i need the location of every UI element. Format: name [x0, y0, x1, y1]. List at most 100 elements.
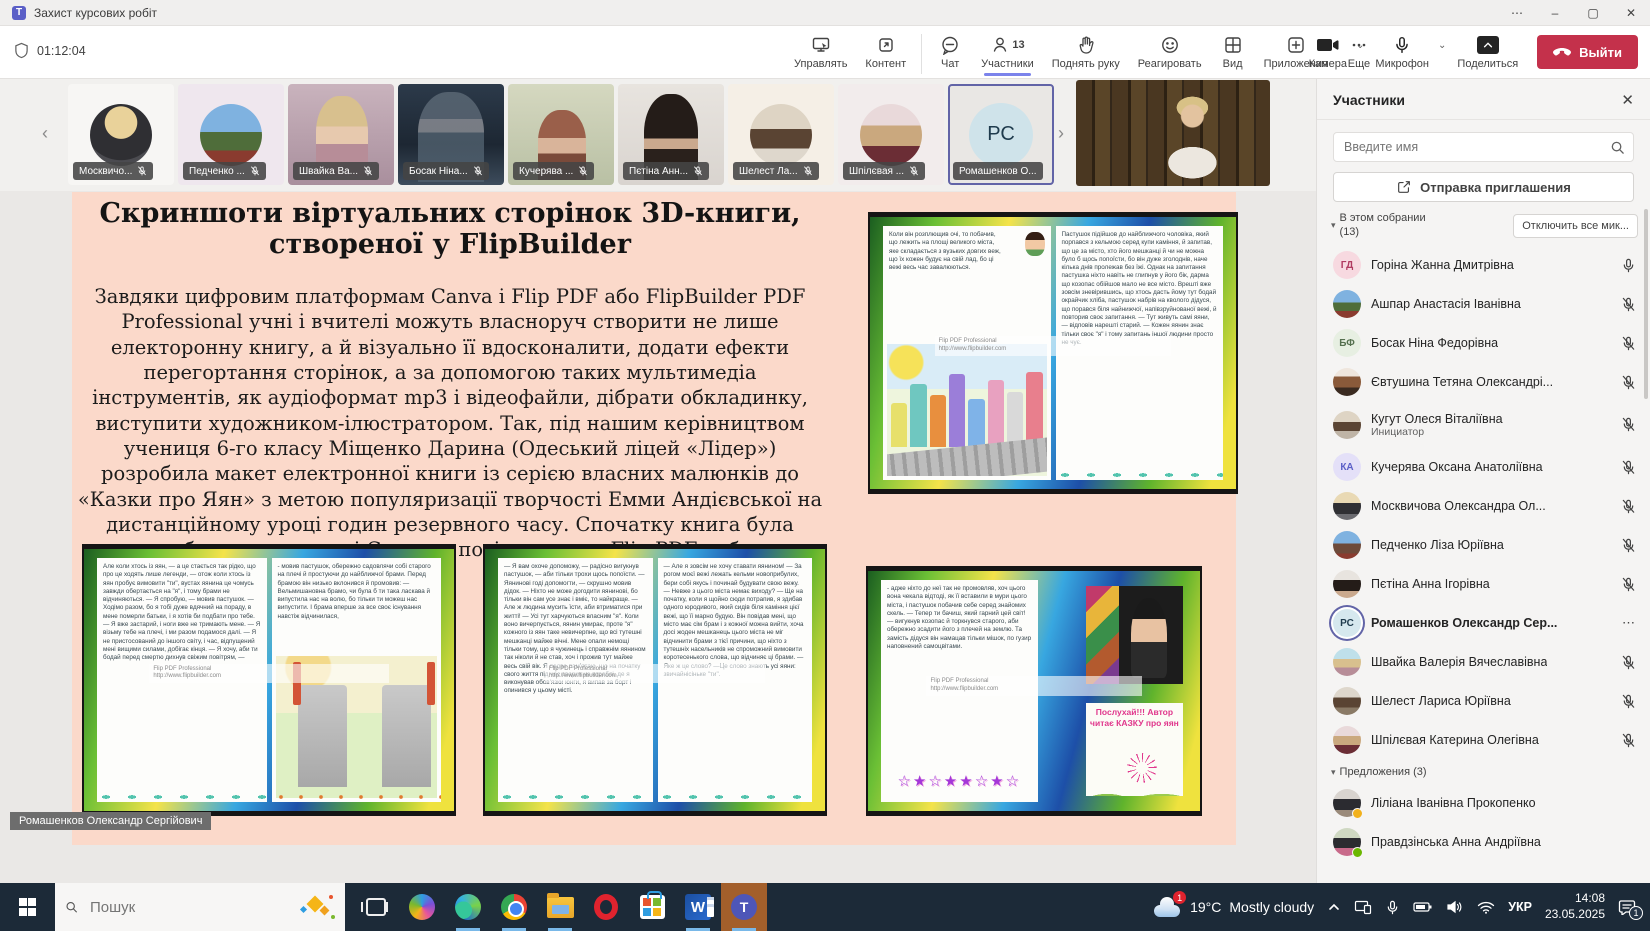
- video-tile[interactable]: Москвичо...: [68, 84, 174, 185]
- video-tile[interactable]: Шпілєвая ...: [838, 84, 944, 185]
- camera-chevron-icon[interactable]: ⌄: [1356, 40, 1364, 51]
- content-button[interactable]: Контент: [856, 32, 915, 72]
- invite-icon: [1396, 179, 1412, 195]
- scrollbar[interactable]: [1644, 209, 1648, 399]
- mic-off-icon[interactable]: [1621, 577, 1636, 592]
- mic-off-icon[interactable]: [1621, 538, 1636, 553]
- word-app-button[interactable]: W: [675, 883, 721, 931]
- leave-button[interactable]: Выйти: [1537, 35, 1638, 69]
- raise-hand-button[interactable]: Поднять руку: [1043, 32, 1129, 72]
- clock[interactable]: 14:08 23.05.2025: [1545, 891, 1605, 922]
- suggestion-row[interactable]: Ліліана Іванівна Прокопенко: [1317, 783, 1650, 822]
- file-explorer-button[interactable]: [537, 883, 583, 931]
- listen-caption: Послухай!!! Автор читає КАЗКУ про яян: [1085, 702, 1183, 796]
- mic-off-icon[interactable]: [1621, 655, 1636, 670]
- mic-off-icon[interactable]: [1621, 460, 1636, 475]
- battery-icon[interactable]: [1413, 901, 1433, 913]
- language-indicator[interactable]: УКР: [1508, 900, 1532, 914]
- window-more-button[interactable]: ⋯: [1498, 0, 1536, 25]
- share-screen-icon: [1476, 36, 1499, 54]
- copilot-app-button[interactable]: [399, 883, 445, 931]
- speaker-video[interactable]: [1076, 80, 1270, 186]
- mic-off-icon: [137, 166, 147, 176]
- participant-row[interactable]: Москвичова Олександра Ол...: [1317, 487, 1650, 526]
- chevron-down-icon[interactable]: ▾: [1331, 767, 1336, 778]
- participant-row[interactable]: Педченко Ліза Юріївна: [1317, 526, 1650, 565]
- video-tile[interactable]: Кучерява ...: [508, 84, 614, 185]
- weather-widget[interactable]: 1 19°C Mostly cloudy: [1152, 891, 1315, 917]
- taskbar-search[interactable]: [55, 883, 345, 931]
- video-tile[interactable]: Босак Ніна...: [398, 84, 504, 185]
- manage-button[interactable]: Управлять: [785, 32, 856, 72]
- participant-row[interactable]: КА Кучерява Оксана Анатоліївна: [1317, 448, 1650, 487]
- teams-window: T Захист курсових робіт ⋯ – ▢ ✕ 01:12:04…: [0, 0, 1650, 931]
- participant-row[interactable]: Пєтіна Анна Ігорівна: [1317, 565, 1650, 604]
- mute-all-button[interactable]: Отключить все мик...: [1513, 213, 1638, 238]
- window-title: Захист курсових робіт: [34, 5, 157, 20]
- send-invite-button[interactable]: Отправка приглашения: [1333, 172, 1634, 202]
- camera-button[interactable]: Камера: [1300, 32, 1356, 72]
- taskbar-search-input[interactable]: [88, 897, 291, 917]
- window-minimize-button[interactable]: –: [1536, 0, 1574, 25]
- participant-row[interactable]: Шпілєвая Катерина Олегівна: [1317, 721, 1650, 760]
- weather-desc: Mostly cloudy: [1229, 899, 1315, 915]
- mic-off-icon[interactable]: [1621, 499, 1636, 514]
- mic-icon[interactable]: [1621, 258, 1636, 273]
- edge-app-button[interactable]: [445, 883, 491, 931]
- notification-center-button[interactable]: 1: [1618, 899, 1643, 920]
- store-icon: [639, 891, 665, 919]
- close-icon[interactable]: ✕: [1621, 91, 1634, 109]
- store-app-button[interactable]: [629, 883, 675, 931]
- flower-decoration: [271, 793, 441, 802]
- mic-off-icon[interactable]: [1621, 733, 1636, 748]
- mic-chevron-icon[interactable]: ⌄: [1438, 40, 1446, 51]
- window-close-button[interactable]: ✕: [1612, 0, 1650, 25]
- start-button[interactable]: [0, 883, 55, 931]
- cast-device-icon[interactable]: [1354, 899, 1372, 915]
- react-button[interactable]: Реагировать: [1129, 32, 1211, 72]
- mic-off-icon: [363, 166, 373, 176]
- suggestion-row[interactable]: Правдзінська Анна Андріївна: [1317, 822, 1650, 861]
- teams-app-button[interactable]: T: [721, 883, 767, 931]
- view-button[interactable]: Вид: [1211, 32, 1255, 72]
- participant-row[interactable]: ГД Горіна Жанна Дмитрівна: [1317, 246, 1650, 285]
- participants-button[interactable]: 13 Участники: [972, 32, 1043, 76]
- speaker-icon[interactable]: [1446, 900, 1464, 914]
- participant-row[interactable]: Кугут Олеся Віталіївна Инициатор: [1317, 402, 1650, 448]
- mic-off-icon[interactable]: [1621, 417, 1636, 432]
- video-tile[interactable]: Педченко ...: [178, 84, 284, 185]
- mic-tray-icon[interactable]: [1385, 900, 1400, 915]
- participant-row[interactable]: Шелест Лариса Юріївна: [1317, 682, 1650, 721]
- filmstrip-next-icon[interactable]: ›: [1058, 123, 1064, 144]
- participant-name: Правдзінська Анна Андріївна: [1371, 834, 1541, 849]
- chat-button[interactable]: Чат: [928, 32, 972, 72]
- task-view-button[interactable]: [353, 883, 399, 931]
- wifi-icon[interactable]: [1477, 901, 1495, 914]
- participant-row[interactable]: РС Ромашенков Олександр Сер... ⋯: [1317, 604, 1650, 643]
- participant-row[interactable]: Ашпар Анастасія Іванівна: [1317, 285, 1650, 324]
- mic-off-icon[interactable]: [1621, 694, 1636, 709]
- filmstrip-prev-icon[interactable]: ‹: [42, 123, 48, 144]
- share-button[interactable]: Поделиться: [1448, 32, 1527, 72]
- opera-app-button[interactable]: [583, 883, 629, 931]
- mic-off-icon[interactable]: [1621, 297, 1636, 312]
- mic-off-icon[interactable]: [1621, 375, 1636, 390]
- chrome-app-button[interactable]: [491, 883, 537, 931]
- video-tile[interactable]: Пєтіна Анн...: [618, 84, 724, 185]
- video-tile[interactable]: Швайка Ва...: [288, 84, 394, 185]
- window-maximize-button[interactable]: ▢: [1574, 0, 1612, 25]
- firework-decoration: [1126, 752, 1157, 783]
- search-input[interactable]: [1342, 139, 1610, 155]
- participant-name: Шелест Лариса Юріївна: [1371, 694, 1511, 708]
- video-tile-selected[interactable]: РС Ромашенков О...: [948, 84, 1054, 185]
- participant-row[interactable]: Євтушина Тетяна Олександрі...: [1317, 363, 1650, 402]
- more-options-icon[interactable]: ⋯: [1622, 615, 1636, 631]
- chevron-down-icon[interactable]: ▾: [1331, 220, 1336, 231]
- mic-off-icon[interactable]: [1621, 336, 1636, 351]
- participant-row[interactable]: Швайка Валерія Вячеславівна: [1317, 643, 1650, 682]
- video-tile[interactable]: Шелест Ла...: [728, 84, 834, 185]
- participant-search[interactable]: [1333, 132, 1634, 162]
- mic-button[interactable]: Микрофон: [1366, 32, 1438, 72]
- participant-row[interactable]: БФ Босак Ніна Федорівна: [1317, 324, 1650, 363]
- show-hidden-icons-chevron[interactable]: [1327, 900, 1341, 914]
